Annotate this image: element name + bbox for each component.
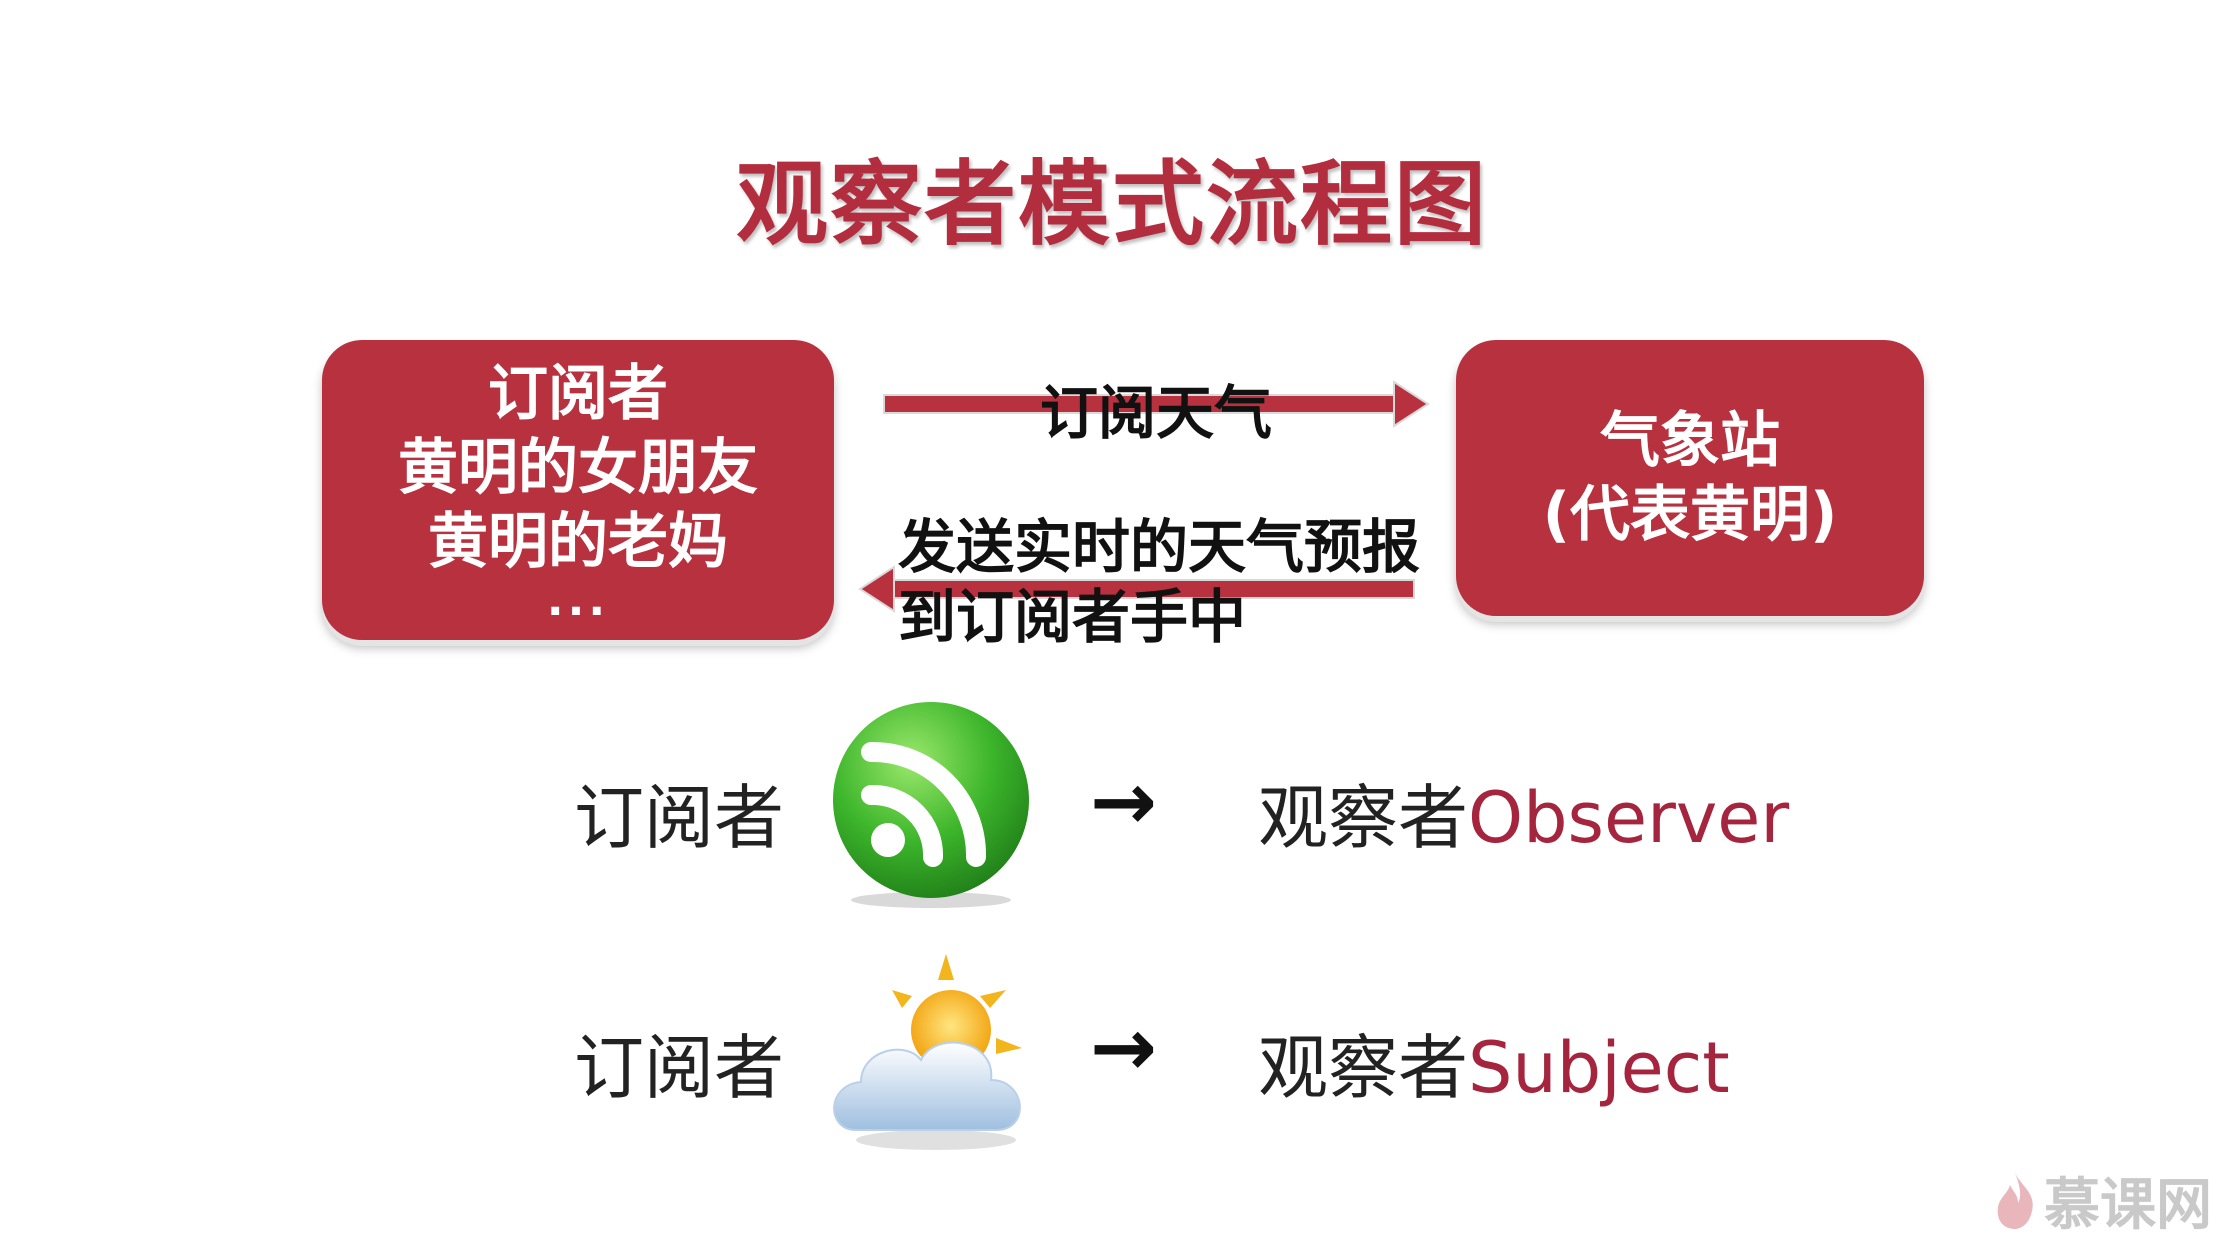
watermark-text: 慕课网	[2044, 1173, 2212, 1238]
row-subject-arrow: →	[1090, 1001, 1158, 1094]
row-observer-arrow: →	[1090, 755, 1158, 848]
watermark: 慕课网	[1992, 1160, 2212, 1240]
subject-en-label: Subject	[1468, 1027, 1730, 1109]
subject-cn-label: 观察者	[1258, 1027, 1468, 1109]
row-subject-left-label: 订阅者	[574, 1027, 784, 1109]
row-subject-right-label: 观察者Subject	[1258, 1012, 1730, 1113]
slide: 观察者模式流程图 订阅者 黄明的女朋友 黄明的老妈 ... 气象站 (代表黄明)…	[0, 0, 2224, 1240]
observer-cn-label: 观察者	[1258, 777, 1468, 859]
flame-logo-icon	[1997, 1172, 2033, 1229]
weather-icon	[833, 954, 1022, 1150]
row-observer-right-label: 观察者Observer	[1258, 762, 1789, 863]
notify-label-line-2: 到订阅者手中	[898, 583, 1247, 651]
row-observer-left-label: 订阅者	[574, 777, 784, 859]
subscribe-label: 订阅天气	[1040, 379, 1273, 447]
rss-icon	[833, 702, 1029, 908]
observer-en-label: Observer	[1468, 777, 1790, 859]
